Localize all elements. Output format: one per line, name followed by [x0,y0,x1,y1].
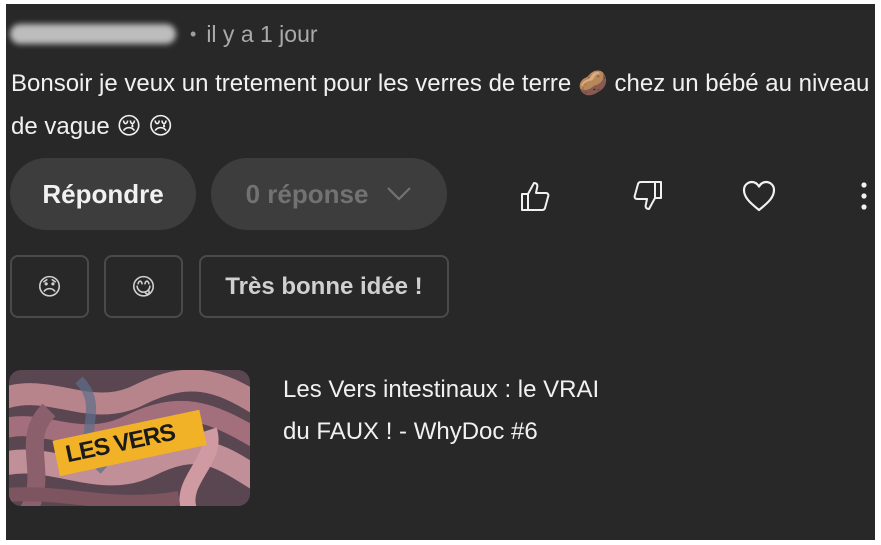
replies-toggle-button[interactable]: 0 réponse [211,158,447,230]
suggestion-chip-label: Très bonne idée ! [225,272,423,300]
comment-body: Bonsoir je veux un tretement pour les ve… [11,62,871,148]
comment-panel: • il y a 1 jour Bonsoir je veux un trete… [6,4,875,540]
separator-dot: • [190,23,197,44]
suggestion-chip-disappointed[interactable]: 😞 [10,255,89,318]
reply-button[interactable]: Répondre [10,158,196,230]
reply-button-label: Répondre [42,178,164,209]
chevron-down-icon [386,186,412,202]
video-title-line2: du FAUX ! - WhyDoc #6 [283,418,538,445]
video-title-line1: Les Vers intestinaux : le VRAI [283,376,600,403]
crying-emoji-1: 😢 [116,112,142,140]
comment-timestamp[interactable]: il y a 1 jour [206,21,317,48]
more-vert-icon[interactable] [852,176,875,216]
suggestion-chip-great-idea[interactable]: Très bonne idée ! [199,255,449,318]
video-title[interactable]: Les Vers intestinaux : le VRAI du FAUX !… [283,369,643,453]
heart-icon[interactable] [739,176,779,216]
disappointed-emoji: 😞 [36,272,63,301]
video-thumbnail[interactable]: LES VERS [9,370,250,506]
thumbs-up-icon[interactable] [515,176,555,216]
crying-emoji-2: 😢 [148,112,174,140]
author-name-redacted[interactable] [10,24,176,44]
potato-emoji: 🥔 [577,69,608,97]
replies-count-label: 0 réponse [245,178,369,209]
comment-text-part1: Bonsoir je veux un tretement pour les ve… [11,70,572,97]
comment-header: • il y a 1 jour [10,18,318,50]
suggestion-chip-yum[interactable]: 😋 [104,255,183,318]
yum-emoji: 😋 [130,272,157,301]
thumbs-down-icon[interactable] [628,176,668,216]
